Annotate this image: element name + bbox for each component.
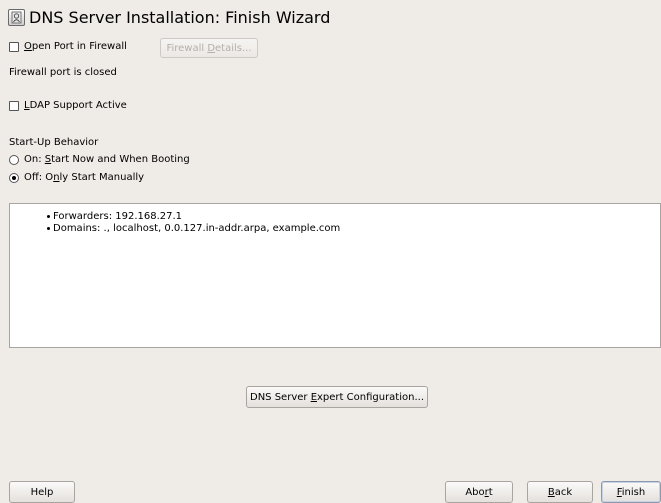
expert-configuration-button[interactable]: DNS Server Expert Configuration... xyxy=(246,386,428,408)
startup-off-label[interactable]: Off: Only Start Manually xyxy=(24,172,144,184)
ldap-support-label[interactable]: LDAP Support Active xyxy=(24,100,127,112)
finish-label: Finish xyxy=(616,486,646,498)
back-button[interactable]: Back xyxy=(527,481,593,503)
summary-list: Forwarders: 192.168.27.1 Domains: ., loc… xyxy=(47,211,340,235)
startup-off-radio[interactable] xyxy=(9,173,19,183)
page-title: DNS Server Installation: Finish Wizard xyxy=(29,8,331,27)
ldap-support-label-text: DAP Support Active xyxy=(29,100,127,111)
firewall-details-button[interactable]: Firewall Details... xyxy=(160,38,258,58)
help-button[interactable]: Help xyxy=(9,481,75,503)
abort-label: Abort xyxy=(465,486,493,498)
expert-configuration-label: DNS Server Expert Configuration... xyxy=(250,391,424,403)
ldap-support-checkbox[interactable] xyxy=(9,101,19,111)
startup-heading: Start-Up Behavior xyxy=(9,137,99,148)
startup-on-radio[interactable] xyxy=(9,155,19,165)
help-label: Help xyxy=(30,486,54,498)
summary-item-forwarders: Forwarders: 192.168.27.1 xyxy=(47,211,340,223)
open-port-label-text: pen Port in Firewall xyxy=(31,41,127,52)
summary-item-domains: Domains: ., localhost, 0.0.127.in-addr.a… xyxy=(47,223,340,235)
firewall-status-text: Firewall port is closed xyxy=(9,67,117,78)
finish-button[interactable]: Finish xyxy=(601,481,661,503)
firewall-details-label: Firewall Details... xyxy=(166,42,252,54)
open-port-checkbox[interactable] xyxy=(9,42,19,52)
radio-selected-dot xyxy=(12,176,16,180)
summary-box: Forwarders: 192.168.27.1 Domains: ., loc… xyxy=(9,203,661,348)
dns-server-icon xyxy=(8,9,25,26)
open-port-label[interactable]: Open Port in Firewall xyxy=(24,41,127,53)
abort-button[interactable]: Abort xyxy=(445,481,513,503)
back-label: Back xyxy=(547,486,573,498)
startup-on-label[interactable]: On: Start Now and When Booting xyxy=(24,154,190,166)
